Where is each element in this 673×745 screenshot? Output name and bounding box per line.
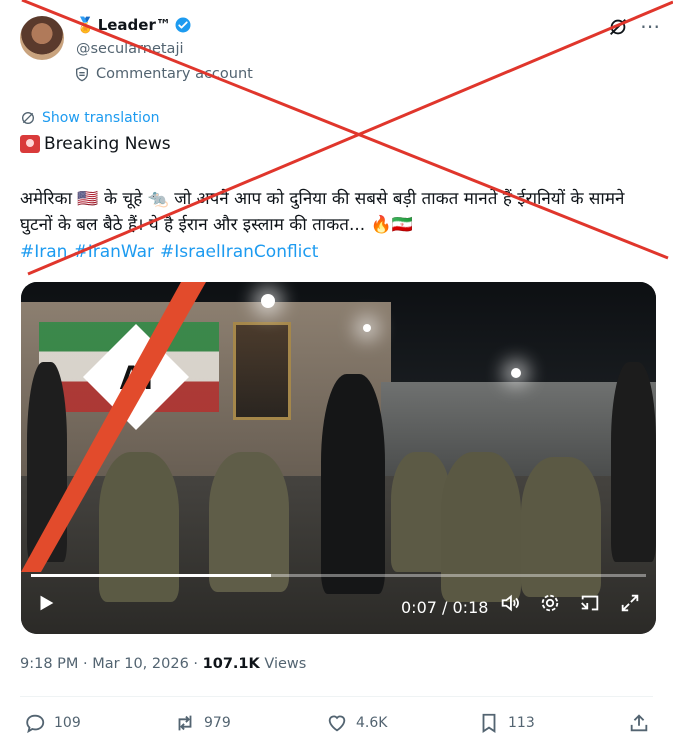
hashtag-link[interactable]: #IsraelIranConflict bbox=[160, 242, 318, 262]
video-scene-light bbox=[511, 368, 521, 378]
meta-separator: · bbox=[193, 656, 203, 672]
hashtag-link[interactable]: #IranWar bbox=[73, 242, 154, 262]
reply-count: 109 bbox=[54, 715, 81, 731]
meta-separator: · bbox=[83, 656, 93, 672]
video-player[interactable]: Ai 0:07 / 0:18 bbox=[21, 282, 656, 634]
tweet-body: अमेरिका 🇺🇸 के चूहे 🐀 जो अपने आप को दुनिय… bbox=[20, 189, 625, 235]
like-count: 4.6K bbox=[356, 715, 388, 731]
settings-icon[interactable] bbox=[539, 592, 561, 614]
author-name[interactable]: Leader™ bbox=[98, 16, 171, 34]
pip-icon[interactable] bbox=[579, 592, 601, 614]
video-controls: 0:07 / 0:18 bbox=[21, 588, 656, 628]
video-progress-fill bbox=[31, 574, 271, 577]
video-scene-figure bbox=[209, 452, 289, 592]
like-icon bbox=[328, 715, 346, 732]
tweet-time[interactable]: 9:18 PM bbox=[20, 656, 78, 672]
action-bar: 109 979 4.6K 113 bbox=[20, 708, 660, 738]
more-options-icon[interactable]: ⋯ bbox=[640, 14, 660, 38]
hashtags: #Iran #IranWar #IsraelIranConflict bbox=[20, 242, 318, 262]
translate-icon bbox=[22, 112, 34, 124]
views-label: Views bbox=[264, 656, 307, 672]
repost-button[interactable]: 979 bbox=[174, 712, 231, 734]
show-translation-link[interactable]: Show translation bbox=[20, 110, 160, 126]
commentary-text: Commentary account bbox=[96, 66, 253, 82]
author-handle[interactable]: @secularnetaji bbox=[76, 41, 184, 57]
video-time: 0:07 / 0:18 bbox=[401, 598, 489, 617]
ai-badge-slash bbox=[21, 282, 206, 572]
tweet-date[interactable]: Mar 10, 2026 bbox=[92, 656, 189, 672]
video-progress-bar[interactable] bbox=[31, 574, 646, 577]
repost-count: 979 bbox=[204, 715, 231, 731]
medal-icon: 🏅 bbox=[76, 16, 95, 34]
volume-icon[interactable] bbox=[499, 592, 521, 614]
share-icon bbox=[630, 714, 648, 732]
bookmark-button[interactable]: 113 bbox=[478, 712, 535, 734]
like-button[interactable]: 4.6K bbox=[326, 712, 387, 734]
hashtag-link[interactable]: #Iran bbox=[20, 242, 67, 262]
show-translation-label: Show translation bbox=[42, 110, 160, 126]
repost-icon bbox=[178, 715, 192, 731]
video-scene-light bbox=[363, 324, 371, 332]
tweet-meta: 9:18 PM · Mar 10, 2026 · 107.1K Views bbox=[20, 656, 306, 672]
bookmark-count: 113 bbox=[508, 715, 535, 731]
video-scene-figure bbox=[611, 362, 656, 562]
avatar[interactable] bbox=[20, 16, 64, 60]
video-scene-figure bbox=[321, 374, 385, 594]
grok-icon[interactable] bbox=[607, 16, 629, 38]
breaking-news-text: Breaking News bbox=[44, 134, 171, 154]
verified-badge-icon bbox=[175, 17, 191, 33]
commentary-label[interactable]: Commentary account bbox=[74, 66, 253, 82]
reply-icon bbox=[26, 714, 45, 734]
breaking-news-line: Breaking News bbox=[20, 134, 171, 154]
video-scene-portrait bbox=[233, 322, 291, 420]
commentary-shield-icon bbox=[76, 66, 88, 82]
author-name-row[interactable]: 🏅 Leader™ bbox=[76, 16, 192, 34]
fullscreen-icon[interactable] bbox=[619, 592, 641, 614]
video-scene-figure bbox=[441, 452, 521, 602]
bookmark-icon bbox=[482, 713, 496, 733]
reply-button[interactable]: 109 bbox=[24, 712, 81, 734]
views-count: 107.1K bbox=[202, 656, 260, 672]
share-button[interactable] bbox=[628, 712, 650, 734]
video-scene-light bbox=[261, 294, 275, 308]
siren-icon bbox=[20, 135, 40, 153]
divider bbox=[20, 696, 653, 697]
play-icon[interactable] bbox=[35, 592, 57, 614]
